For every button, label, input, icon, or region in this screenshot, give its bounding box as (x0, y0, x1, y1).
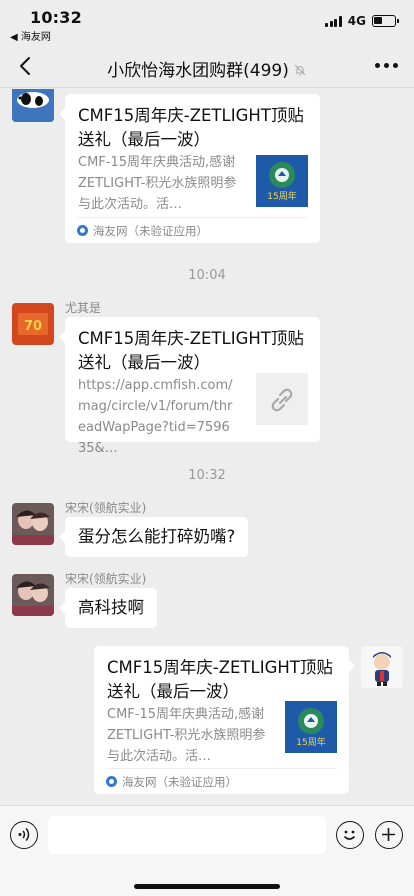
message-bubble[interactable]: 高科技啊 (59, 588, 157, 628)
bell-muted-icon (294, 64, 306, 76)
time-divider: 10:04 (188, 268, 226, 283)
card-title: CMF15周年庆-ZETLIGHT顶贴送礼（最后一波） (78, 329, 304, 372)
fish-avatar-icon (12, 89, 54, 122)
card-title: CMF15周年庆-ZETLIGHT顶贴送礼（最后一波） (107, 658, 333, 701)
battery-icon (372, 15, 399, 27)
network-label: 4G (347, 14, 366, 28)
couple-photo-avatar-icon (12, 503, 54, 545)
card-description: CMF-15周年庆典活动,感谢 ZETLIGHT-积光水族照明参与此次活动。活… (78, 155, 237, 212)
back-to-app-link[interactable]: ◀ 海友网 (10, 28, 51, 43)
chat-header: 小欣怡海水团购群(499) (0, 44, 414, 88)
cartoon-avatar-icon (361, 646, 403, 688)
emoji-icon[interactable] (336, 821, 364, 849)
chat-title-wrap: 小欣怡海水团购群(499) (0, 56, 414, 81)
thumb-caption: 15周年 (267, 190, 296, 202)
sender-name: 宋宋(领航实业) (65, 501, 147, 515)
couple-photo-avatar-icon (12, 574, 54, 616)
card-footer: 海友网（未验证应用） (106, 768, 337, 794)
message-bubble[interactable]: 蛋分怎么能打碎奶嘴? (58, 517, 249, 557)
link-card[interactable]: CMF15周年庆-ZETLIGHT顶贴送礼（最后一波） CMF-15周年庆典活动… (94, 646, 355, 794)
plus-icon[interactable] (375, 821, 403, 849)
link-icon (256, 373, 308, 425)
more-dots-icon[interactable] (375, 63, 398, 68)
signal-icon (325, 15, 342, 27)
link-card[interactable]: CMF15周年庆-ZETLIGHT顶贴送礼（最后一波） https://app.… (59, 317, 320, 456)
card-title: CMF15周年庆-ZETLIGHT顶贴送礼（最后一波） (78, 106, 304, 149)
avatar[interactable]: 70 (12, 303, 54, 345)
status-time: 10:32 (30, 8, 82, 27)
source-app-icon (77, 225, 88, 236)
card-thumbnail: 15周年 (285, 701, 337, 753)
voice-icon[interactable] (10, 821, 38, 849)
chat-title: 小欣怡海水团购群(499) (107, 61, 289, 81)
avatar[interactable] (12, 89, 54, 122)
anniversary-avatar-icon: 70 (12, 303, 54, 345)
card-thumbnail: 15周年 (256, 155, 308, 207)
home-indicator[interactable] (134, 884, 280, 889)
card-source: 海友网（未验证应用） (93, 223, 208, 238)
svg-text:70: 70 (24, 319, 42, 334)
sender-name: 尤其是 (65, 301, 102, 315)
status-indicators: 4G (325, 14, 399, 28)
status-bar: 10:32 ◀ 海友网 4G (0, 0, 414, 44)
thumb-caption: 15周年 (296, 736, 325, 748)
card-description: https://app.cmfish.com/mag/circle/v1/for… (78, 378, 233, 456)
link-card[interactable]: CMF15周年庆-ZETLIGHT顶贴送礼（最后一波） CMF-15周年庆典活动… (59, 94, 320, 243)
source-app-icon (106, 776, 117, 787)
card-description: CMF-15周年庆典活动,感谢 ZETLIGHT-积光水族照明参与此次活动。活… (107, 707, 266, 764)
chat-messages[interactable]: CMF15周年庆-ZETLIGHT顶贴送礼（最后一波） CMF-15周年庆典活动… (0, 89, 414, 805)
avatar[interactable] (361, 646, 403, 688)
input-bar (0, 805, 414, 896)
avatar[interactable] (12, 503, 54, 545)
time-divider: 10:32 (188, 468, 226, 483)
card-source: 海友网（未验证应用） (122, 774, 237, 789)
avatar[interactable] (12, 574, 54, 616)
card-footer: 海友网（未验证应用） (77, 217, 308, 243)
sender-name: 宋宋(领航实业) (65, 572, 147, 586)
message-input[interactable] (48, 816, 326, 854)
